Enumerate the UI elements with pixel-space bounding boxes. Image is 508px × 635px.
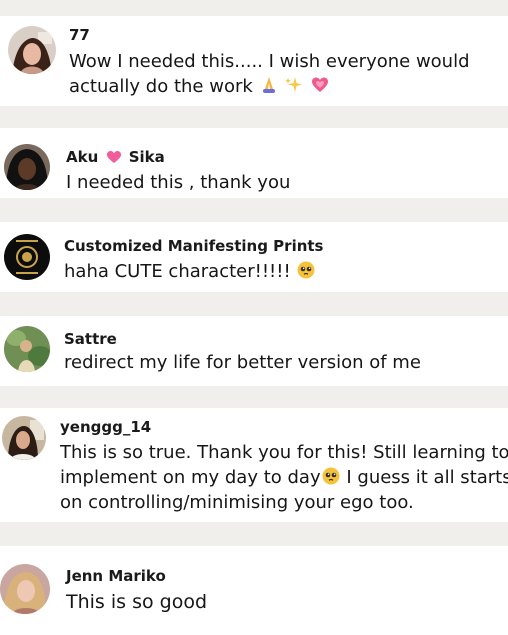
pink-heart-icon <box>106 150 122 168</box>
comment-text: on controlling/minimising your ego too. <box>60 492 414 513</box>
comment-card: Customized Manifesting Prints haha CUTE … <box>0 222 508 292</box>
avatar[interactable] <box>2 416 46 460</box>
avatar[interactable] <box>4 234 50 280</box>
comment-text: implement on my day to day I guess it al… <box>60 465 508 493</box>
avatar[interactable] <box>8 26 56 74</box>
growing-heart-icon <box>310 75 330 102</box>
comment-text: actually do the work <box>69 74 330 102</box>
comment-username[interactable]: Customized Manifesting Prints <box>64 237 323 255</box>
comment-card: Jenn Mariko This is so good <box>0 546 508 635</box>
avatar[interactable] <box>4 144 50 190</box>
comment-username[interactable]: yenggg_14 <box>60 418 151 436</box>
comment-username[interactable]: Jenn Mariko <box>66 567 166 585</box>
pleading-face-icon <box>296 260 316 287</box>
comment-text: I needed this , thank you <box>66 172 291 193</box>
pleading-face-icon <box>321 466 341 493</box>
comment-text: redirect my life for better version of m… <box>64 352 421 373</box>
avatar[interactable] <box>4 326 50 372</box>
comment-card: Sattre redirect my life for better versi… <box>0 316 508 386</box>
comment-username[interactable]: Aku Sika <box>66 148 165 168</box>
comment-card: Aku Sika I needed this , thank you <box>0 128 508 198</box>
comment-text: This is so true. Thank you for this! Sti… <box>60 442 508 463</box>
folded-hands-icon <box>259 75 279 102</box>
comment-card: yenggg_14 This is so true. Thank you for… <box>0 408 508 522</box>
comment-card: 77 Wow I needed this..... I wish everyon… <box>0 16 508 106</box>
comment-text: Wow I needed this..... I wish everyone w… <box>69 51 470 72</box>
comment-username[interactable]: 77 <box>69 26 90 44</box>
avatar[interactable] <box>0 564 50 614</box>
comment-text: This is so good <box>66 591 208 613</box>
sparkles-icon <box>284 75 304 102</box>
comment-text: haha CUTE character!!!!! <box>64 259 316 287</box>
comment-username[interactable]: Sattre <box>64 330 117 348</box>
